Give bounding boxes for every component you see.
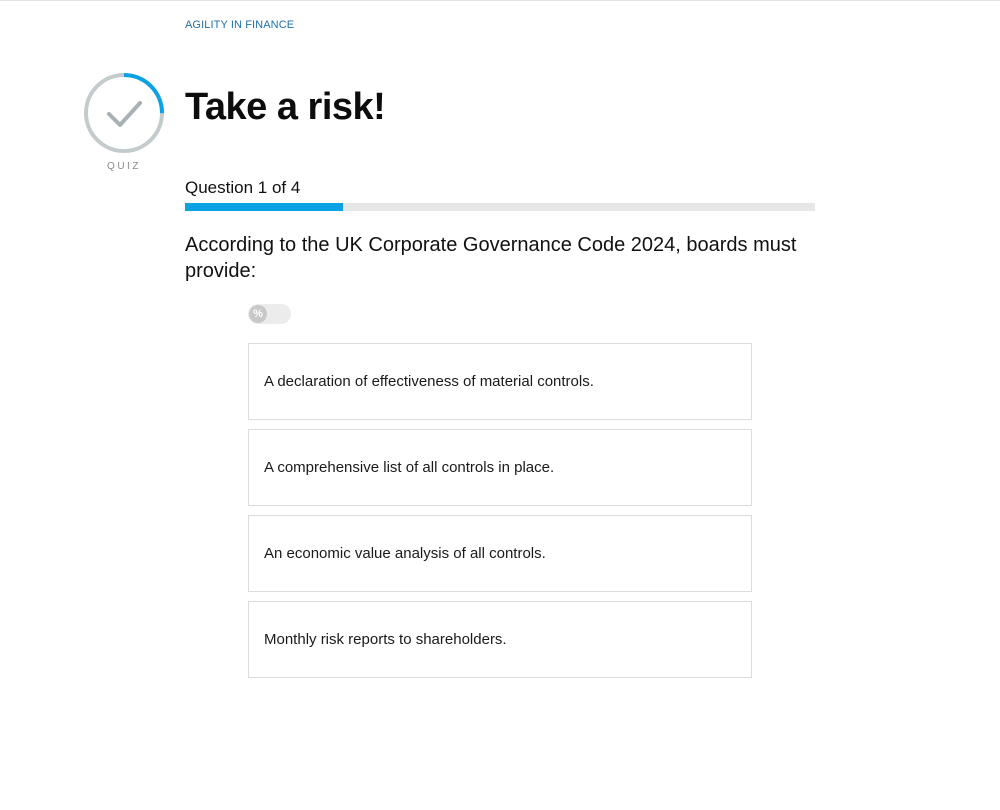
percent-toggle[interactable]: % bbox=[248, 304, 291, 324]
quiz-badge bbox=[83, 72, 165, 154]
answer-option-label: A comprehensive list of all controls in … bbox=[264, 459, 555, 476]
top-divider bbox=[0, 0, 1000, 1]
percent-toggle-knob: % bbox=[249, 305, 267, 323]
quiz-progress-ring bbox=[84, 73, 164, 153]
answer-option-label: A declaration of effectiveness of materi… bbox=[264, 373, 594, 390]
answer-option-1[interactable]: A declaration of effectiveness of materi… bbox=[248, 343, 752, 420]
question-text: According to the UK Corporate Governance… bbox=[185, 234, 797, 282]
answer-option-label: An economic value analysis of all contro… bbox=[264, 545, 546, 562]
breadcrumb[interactable]: AGILITY IN FINANCE bbox=[185, 19, 294, 31]
checkmark-icon bbox=[107, 101, 142, 127]
page-title: Take a risk! bbox=[185, 86, 386, 128]
progress-bar bbox=[185, 203, 815, 211]
answer-option-3[interactable]: An economic value analysis of all contro… bbox=[248, 515, 752, 592]
quiz-label: QUIZ bbox=[107, 161, 141, 172]
answer-list: A declaration of effectiveness of materi… bbox=[248, 343, 752, 687]
answer-option-4[interactable]: Monthly risk reports to shareholders. bbox=[248, 601, 752, 678]
answer-option-2[interactable]: A comprehensive list of all controls in … bbox=[248, 429, 752, 506]
question-counter: Question 1 of 4 bbox=[185, 178, 301, 197]
answer-option-label: Monthly risk reports to shareholders. bbox=[264, 631, 507, 648]
progress-bar-fill bbox=[185, 203, 343, 211]
